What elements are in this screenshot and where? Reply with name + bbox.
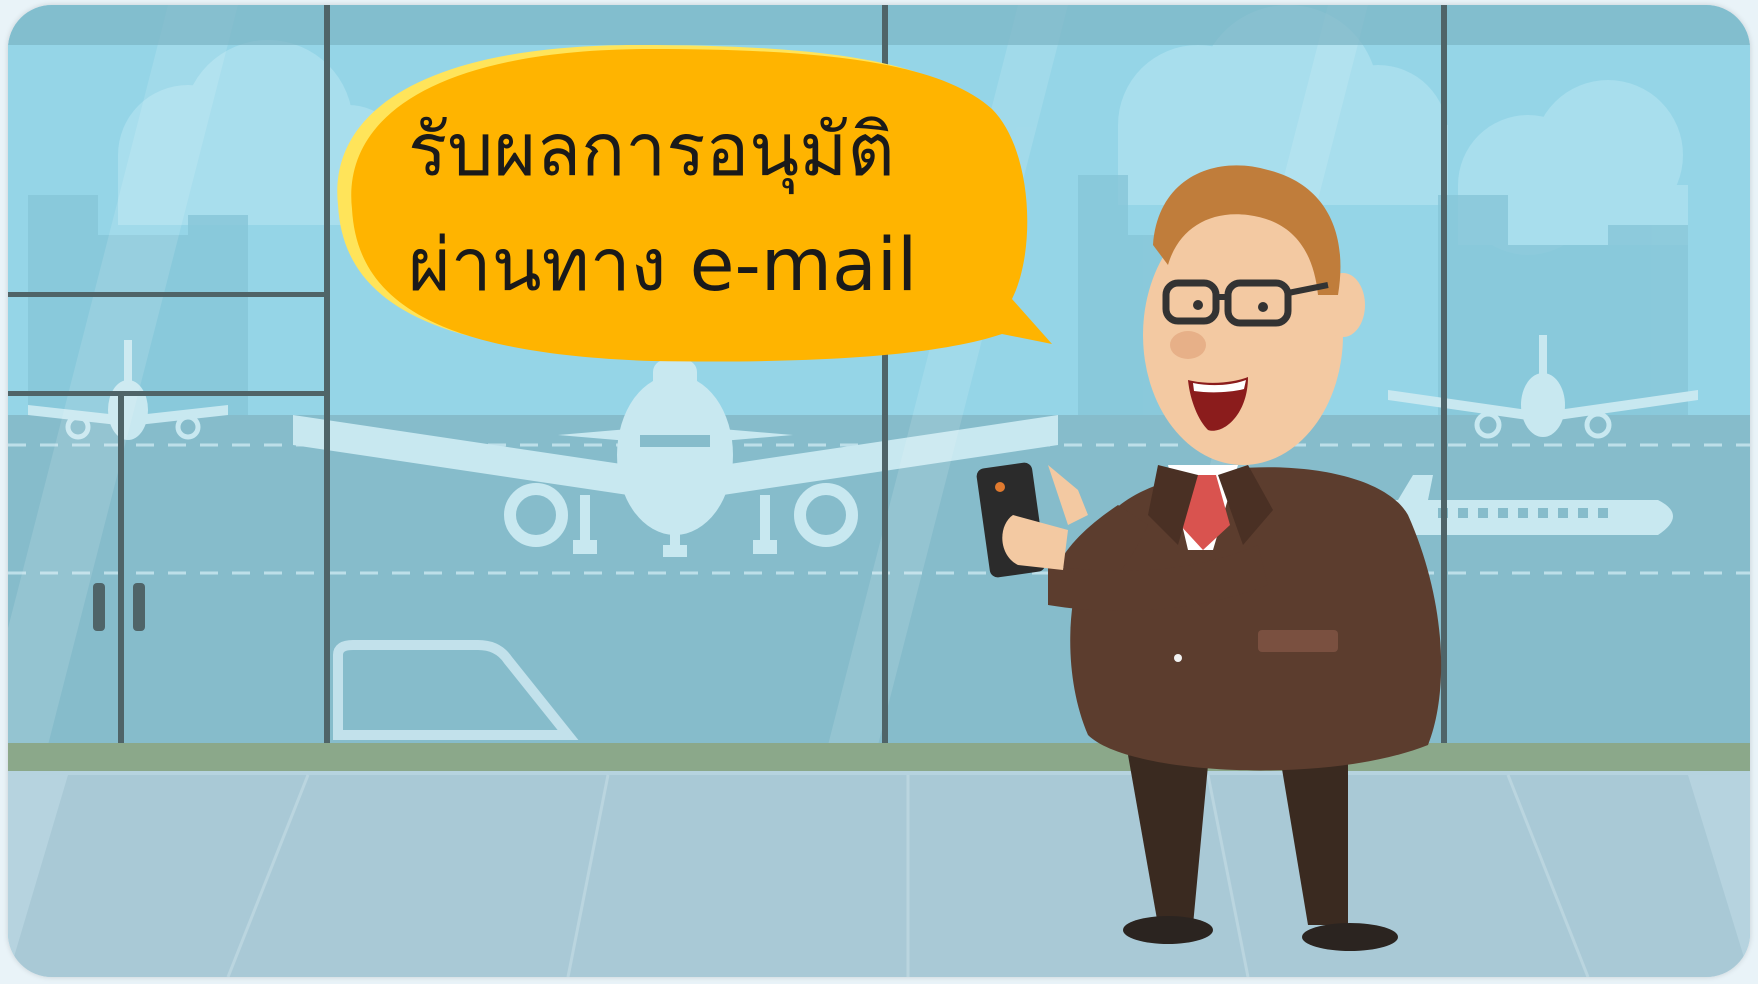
speech-bubble-text: รับผลการอนุมัติ ผ่านทาง e-mail xyxy=(408,93,1028,323)
speech-line-2: ผ่านทาง e-mail xyxy=(408,223,918,308)
speech-line-1: รับผลการอนุมัติ xyxy=(408,108,895,193)
illustration-frame: รับผลการอนุมัติ ผ่านทาง e-mail xyxy=(8,5,1750,977)
